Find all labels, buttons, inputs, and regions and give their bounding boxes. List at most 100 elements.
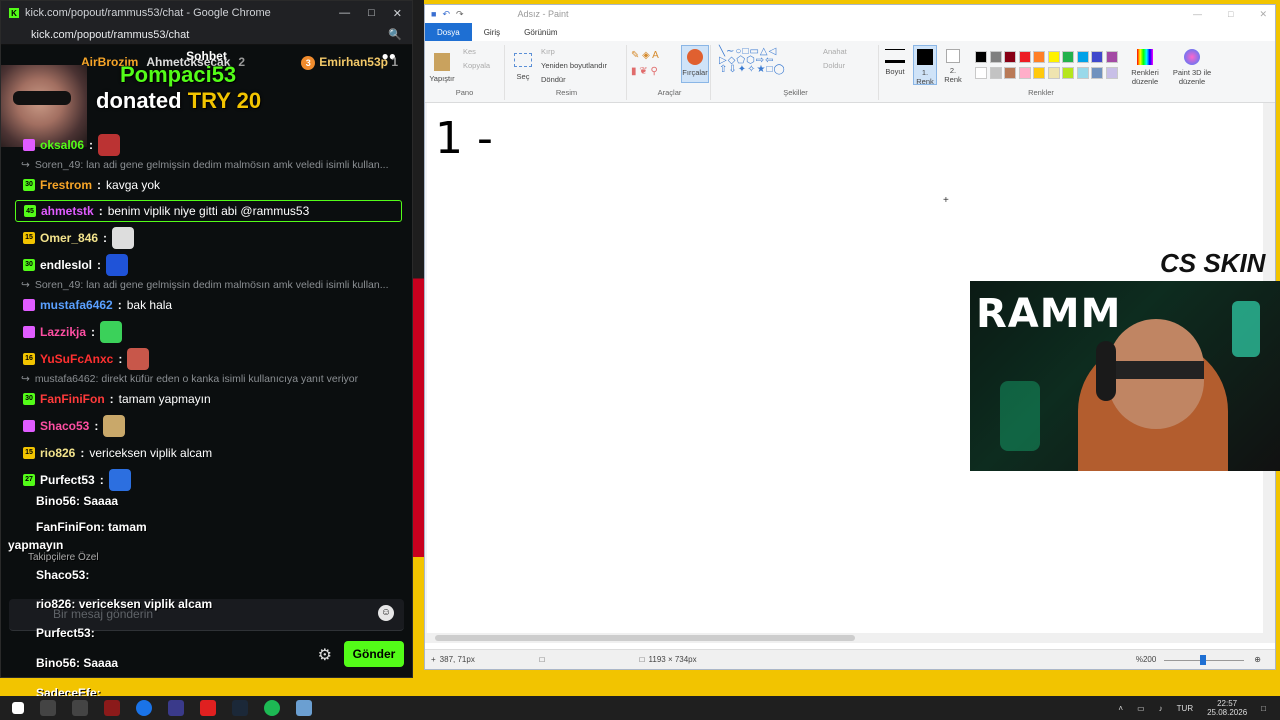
search-icon[interactable] [40,700,56,716]
redo-icon[interactable]: ↷ [456,9,464,20]
color-swatch[interactable] [1062,67,1074,79]
color-swatch[interactable] [1105,67,1118,79]
color-swatch[interactable] [1047,67,1060,79]
windows-start-icon[interactable] [12,702,24,714]
tab-view[interactable]: Görünüm [512,28,569,37]
outline-button[interactable]: Anahat [823,47,847,56]
send-button[interactable]: Gönder [344,641,404,667]
chat-message[interactable]: oksal06: [1,131,412,158]
color-swatch[interactable] [1091,67,1103,79]
chat-username[interactable]: Frestrom [40,178,92,192]
resize-button[interactable]: Yeniden boyutlandır [541,61,607,70]
chat-message[interactable]: Lazzikja: [1,318,412,345]
emote-icon[interactable] [108,468,131,491]
tab-file[interactable]: Dosya [425,23,472,41]
emote-icon[interactable] [98,133,121,156]
paint3d-button[interactable]: Paint 3D ile düzenle [1167,49,1217,86]
chat-username[interactable]: mustafa6462 [40,298,113,312]
edit-colors-button[interactable]: Renkleri düzenle [1131,49,1159,86]
select-button[interactable]: Seç [511,53,535,81]
color-swatch[interactable] [1018,67,1031,79]
paste-button[interactable]: Yapıştır [427,53,457,83]
zoom-slider-thumb[interactable] [1200,654,1207,665]
emote-icon[interactable] [103,414,126,437]
pinned-user-top[interactable]: 3 Emirhan53p 1 [301,55,412,70]
spotify-icon[interactable] [264,700,280,716]
color-swatch[interactable] [1076,51,1089,63]
settings-gear-icon[interactable]: ⚙ [318,645,332,665]
chat-username[interactable]: endlesIol [40,258,92,272]
color-swatch[interactable] [989,51,1002,63]
chat-message[interactable]: 16 YuSuFcAnxc: [1,345,412,372]
size-button[interactable]: Boyut [881,49,909,76]
color-swatch[interactable] [1004,67,1016,79]
chat-username[interactable]: Shaco53 [40,419,89,433]
minimize-icon[interactable]: — [1193,9,1202,20]
maximize-icon[interactable]: □ [368,7,375,20]
taskview-icon[interactable] [72,700,88,716]
shapes-gallery[interactable]: ╲∼○□▭△◁ ▷◇⬠⬡⇨⇦ ⇧⇩✦✧★□◯ [719,47,809,75]
chrome-titlebar[interactable]: K kick.com/popout/rammus53/chat - Google… [1,1,412,25]
volume-icon[interactable]: ♪ [1159,704,1163,713]
chat-message[interactable]: 27 Purfect53: [1,466,412,493]
close-icon[interactable]: ✕ [1259,9,1267,20]
chat-username[interactable]: oksal06 [40,138,84,152]
app-icon[interactable] [104,700,120,716]
color-swatch[interactable] [975,67,987,79]
zoom-slider[interactable] [1164,654,1245,668]
copy-button[interactable]: Kopyala [463,61,490,70]
highlighted-message[interactable]: 45 ahmetstk: benim viplik niye gitti abi @… [15,200,402,222]
chat-message[interactable]: 30 endlesIol: [1,251,412,278]
emoji-icon[interactable]: ☺ [378,605,394,621]
chat-username[interactable]: Omer_846 [40,231,98,245]
chat-message[interactable]: 15 rio826: vericeksen viplik alcam [1,439,412,466]
address-bar[interactable]: kick.com/popout/rammus53/chat 🔍 [1,25,412,45]
chat-username[interactable]: rio826 [40,446,75,460]
cut-button[interactable]: Kes [463,47,476,56]
network-icon[interactable]: ▭ [1137,704,1145,713]
scroll-thumb[interactable] [435,635,855,641]
color-swatch[interactable] [1018,51,1031,63]
chat-username[interactable]: Lazzikja [40,325,86,339]
steam-icon[interactable] [232,700,248,716]
chat-message[interactable]: Shaco53: [1,412,412,439]
chrome-icon[interactable] [136,700,152,716]
pencil-icon[interactable]: ✎ ◈ A [631,51,659,61]
color-swatch[interactable] [1105,51,1118,63]
chat-message[interactable]: mustafa6462: bak hala [1,291,412,318]
color2-button[interactable]: 2. Renk [941,45,965,84]
emote-icon[interactable] [106,253,129,276]
emote-icon[interactable] [100,320,123,343]
reply-context[interactable]: ↪ Soren_49: lan adi gene gelmişsin dedim … [1,158,412,171]
color-swatch[interactable] [1004,51,1016,63]
reply-context[interactable]: ↪ mustafa6462: direkt küfür eden o kanka … [1,372,412,385]
chat-username[interactable]: ahmetstk [41,204,94,218]
search-icon[interactable]: 🔍 [388,28,402,41]
app-icon[interactable] [168,700,184,716]
color-swatch[interactable] [1076,67,1089,79]
tray-chevron-icon[interactable]: ˄ [1118,704,1123,713]
crop-button[interactable]: Kırp [541,47,555,56]
language-indicator[interactable]: TUR [1177,704,1193,713]
color-swatch[interactable] [1033,67,1045,79]
color-swatch[interactable] [1047,51,1060,63]
clock[interactable]: 22:57 25.08.2026 [1207,699,1247,717]
chat-message[interactable]: 15 Omer_846: [1,224,412,251]
color1-button[interactable]: 1. Renk [913,45,937,86]
chat-username[interactable]: FanFiniFon [40,392,105,406]
tab-home[interactable]: Giriş [472,28,512,37]
minimize-icon[interactable]: — [339,7,350,20]
fill-button[interactable]: Doldur [823,61,845,70]
emote-icon[interactable] [112,226,135,249]
zoom-in-icon[interactable]: ⊕ [1254,655,1261,664]
brushes-button[interactable]: Fırçalar [681,45,709,83]
color-swatch[interactable] [1033,51,1045,63]
notifications-icon[interactable]: □ [1261,704,1266,713]
youtube-icon[interactable] [200,700,216,716]
chat-username[interactable]: Purfect53 [40,473,95,487]
paint-icon[interactable] [296,700,312,716]
color-swatch[interactable] [1091,51,1103,63]
save-icon[interactable]: ■ [431,9,436,19]
eraser-icon[interactable]: ▮ ❦ ⚲ [631,67,658,77]
close-icon[interactable]: ✕ [393,7,402,20]
